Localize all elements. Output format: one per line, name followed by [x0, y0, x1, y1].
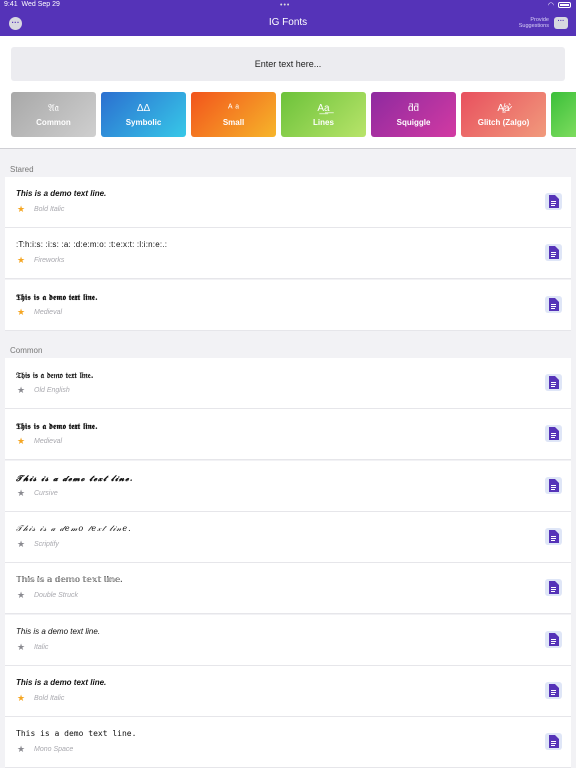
font-style-name: Fireworks — [34, 257, 65, 265]
star-icon[interactable]: ★ — [17, 744, 25, 755]
font-sample-text: 𝓣𝓱𝓲𝓼 𝓲𝓼 𝓪 𝓭𝓮𝓶𝓸 𝓽𝓮𝔁𝓽 𝓵𝓲𝓷𝓮. — [16, 472, 134, 483]
category-glyph: ΔΔ — [136, 103, 151, 114]
font-row[interactable]: 𝔗𝔥𝔦𝔰 𝔦𝔰 𝔞 𝔡𝔢𝔪𝔬 𝔱𝔢𝔵𝔱 𝔩𝔦𝔫𝔢. ★ Old English — [5, 358, 571, 409]
star-icon[interactable]: ★ — [17, 539, 25, 550]
category-common[interactable]: 𝔄𝔞 Common — [11, 92, 96, 137]
font-sample-text: :T:h:i:s: :i:s: :a: :d:e:m:o: :t:e:x:t: … — [16, 240, 168, 250]
category-squiggle[interactable]: ƌƌ Squiggle — [371, 92, 456, 137]
font-style-name: Medieval — [34, 438, 63, 446]
text-input[interactable] — [11, 47, 565, 81]
font-style-name: Medieval — [34, 308, 63, 316]
font-sample-text: 𝕿𝖍𝖎𝖘 𝖎𝖘 𝖆 𝖉𝖊𝖒𝖔 𝖙𝖊𝖝𝖙 𝖑𝖎𝖓𝖊. — [16, 421, 98, 432]
category-glyph — [551, 103, 576, 116]
font-style-name: Cursive — [34, 489, 58, 497]
category-small[interactable]: ᴬ ᵃ Small — [191, 92, 276, 137]
wifi-icon: ◠ — [547, 2, 554, 9]
copy-icon[interactable] — [545, 244, 562, 262]
font-row[interactable]: This is a demo text line. ★ Bold Italic — [5, 665, 571, 717]
category-label: Symbolic — [125, 118, 162, 127]
star-icon[interactable]: ★ — [17, 385, 25, 396]
font-sample-text: This is a demo text line. — [16, 677, 107, 687]
category-glyph: A͟a͟ — [317, 103, 330, 114]
font-style-name: Bold Italic — [34, 694, 65, 702]
category-glyph: ƌƌ — [407, 103, 420, 114]
input-panel: 𝔄𝔞 Common ΔΔ Symbolic ᴬ ᵃ Small A͟a͟ Lines ƌƌ Squ… — [0, 36, 576, 148]
star-icon[interactable]: ★ — [17, 693, 25, 704]
star-icon[interactable]: ★ — [17, 204, 25, 215]
category-glyph: ᴬ ᵃ — [227, 103, 240, 114]
copy-icon[interactable] — [545, 374, 562, 391]
category-lines[interactable]: A͟a͟ Lines — [281, 92, 366, 137]
star-icon[interactable]: ★ — [17, 255, 25, 266]
copy-icon[interactable] — [545, 527, 562, 545]
copy-icon[interactable] — [545, 295, 562, 313]
category-label: Lines — [313, 118, 334, 127]
font-style-name: Scriptify — [34, 540, 59, 548]
copy-icon[interactable] — [545, 193, 562, 210]
copy-icon[interactable] — [545, 630, 562, 648]
section-title-common: Common — [10, 346, 43, 355]
copy-icon[interactable] — [545, 476, 562, 494]
font-sample-text: This is a demo text line. — [16, 626, 101, 636]
category-glitch-zalgo[interactable]: A̸͚a̷͛ Glitch (Zalgo) — [461, 92, 546, 137]
category-label: Common — [36, 118, 71, 127]
copy-icon[interactable] — [545, 579, 562, 597]
font-sample-text: 𝕋𝕙𝕚𝕤 𝕚𝕤 𝕒 𝕕𝕖𝕞𝕠 𝕥𝕖𝕩𝕥 𝕝𝕚𝕟𝕖. — [16, 575, 123, 585]
page-title: IG Fonts — [268, 17, 308, 28]
star-icon[interactable]: ★ — [17, 590, 25, 601]
font-row[interactable]: This is a demo text line. ★ Italic — [5, 614, 571, 666]
star-icon[interactable]: ★ — [17, 307, 25, 318]
font-sample-text: 𝚃𝚑𝚒𝚜 𝚒𝚜 𝚊 𝚍𝚎𝚖𝚘 𝚝𝚎𝚡𝚝 𝚕𝚒𝚗𝚎. — [16, 729, 137, 739]
copy-icon[interactable] — [545, 733, 562, 751]
section-title-stared: Stared — [10, 165, 34, 174]
font-style-name: Double Struck — [34, 592, 78, 600]
font-sample-text: 𝒯𝒽𝒾𝓈 𝒾𝓈 𝒶 𝒹𝑒𝓂𝑜 𝓉𝑒𝓍𝓉 𝓁𝒾𝓃𝑒. — [16, 523, 132, 533]
font-row[interactable]: 𝕿𝖍𝖎𝖘 𝖎𝖘 𝖆 𝖉𝖊𝖒𝖔 𝖙𝖊𝖝𝖙 𝖑𝖎𝖓𝖊. ★ Medieval — [5, 279, 571, 331]
star-icon[interactable]: ★ — [17, 436, 25, 447]
category-glyph: 𝔄𝔞 — [48, 103, 59, 114]
chat-bubble-icon[interactable]: ··· — [554, 17, 568, 29]
font-sample-text: 𝔗𝔥𝔦𝔰 𝔦𝔰 𝔞 𝔡𝔢𝔪𝔬 𝔱𝔢𝔵𝔱 𝔩𝔦𝔫𝔢. — [16, 370, 94, 380]
divider — [0, 148, 576, 149]
font-style-name: Bold Italic — [34, 206, 65, 213]
font-row[interactable]: 𝕿𝖍𝖎𝖘 𝖎𝖘 𝖆 𝖉𝖊𝖒𝖔 𝖙𝖊𝖝𝖙 𝖑𝖎𝖓𝖊. ★ Medieval — [5, 409, 571, 461]
font-sample-text: 𝕿𝖍𝖎𝖘 𝖎𝖘 𝖆 𝖉𝖊𝖒𝖔 𝖙𝖊𝖝𝖙 𝖑𝖎𝖓𝖊. — [16, 291, 98, 302]
category-label: Glitch (Zalgo) — [477, 118, 530, 127]
star-icon[interactable]: ★ — [17, 488, 25, 499]
font-row[interactable]: 𝕋𝕙𝕚𝕤 𝕚𝕤 𝕒 𝕕𝕖𝕞𝕠 𝕥𝕖𝕩𝕥 𝕝𝕚𝕟𝕖. ★ Double Struck — [5, 563, 571, 615]
status-time: 9:41 Wed Sep 29 — [4, 1, 60, 8]
star-icon[interactable]: ★ — [17, 642, 25, 653]
font-style-name: Mono Space — [34, 746, 74, 754]
font-row[interactable]: 𝓣𝓱𝓲𝓼 𝓲𝓼 𝓪 𝓭𝓮𝓶𝓸 𝓽𝓮𝔁𝓽 𝓵𝓲𝓷𝓮. ★ Cursive — [5, 460, 571, 512]
font-style-name: Italic — [34, 643, 49, 651]
font-style-name: Old English — [34, 387, 70, 394]
category-label: Small — [222, 118, 245, 127]
category-symbolic[interactable]: ΔΔ Symbolic — [101, 92, 186, 137]
font-row[interactable]: :T:h:i:s: :i:s: :a: :d:e:m:o: :t:e:x:t: … — [5, 228, 571, 280]
copy-icon[interactable] — [545, 425, 562, 443]
category-glyph: A̸͚a̷͛ — [497, 103, 510, 114]
font-row[interactable]: This is a demo text line. ★ Bold Italic — [5, 177, 571, 228]
font-row[interactable]: 𝒯𝒽𝒾𝓈 𝒾𝓈 𝒶 𝒹𝑒𝓂𝑜 𝓉𝑒𝓍𝓉 𝓁𝒾𝓃𝑒. ★ Scriptify — [5, 511, 571, 563]
category-more[interactable] — [551, 92, 576, 137]
font-row[interactable]: 𝚃𝚑𝚒𝚜 𝚒𝚜 𝚊 𝚍𝚎𝚖𝚘 𝚝𝚎𝚡𝚝 𝚕𝚒𝚗𝚎. ★ Mono Space — [5, 717, 571, 768]
battery-icon — [558, 2, 571, 8]
top-bar: 9:41 Wed Sep 29 ••• ◠ ··· IG Fonts Provi… — [0, 0, 576, 36]
provide-suggestions-label[interactable]: Provide Suggestions — [499, 17, 549, 29]
multitask-dots[interactable]: ••• — [280, 2, 290, 9]
copy-icon[interactable] — [545, 681, 562, 699]
font-sample-text: This is a demo text line. — [16, 189, 107, 198]
category-label: Squiggle — [396, 118, 431, 127]
